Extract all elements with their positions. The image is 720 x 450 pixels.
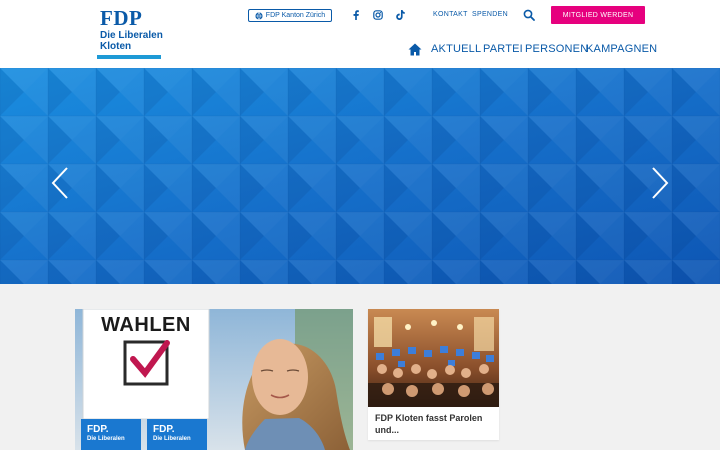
nav-item-personen[interactable]: PERSONEN [525,43,588,55]
nav-item-partei[interactable]: PARTEI [483,43,523,55]
fdp-badge-sub-1: Die Liberalen [87,436,125,442]
mitglied-werden-button[interactable]: MITGLIED WERDEN [551,6,645,24]
logo-line-2: Kloten [100,41,132,52]
hero-slider [0,68,720,284]
slider-next-arrow-icon[interactable] [650,166,670,200]
facebook-icon[interactable] [350,9,362,21]
globe-icon [255,11,263,20]
spenden-link[interactable]: SPENDEN [472,11,508,18]
nav-item-kampagnen[interactable]: KAMPAGNEN [586,43,657,55]
featured-news-card[interactable]: WAHLEN FDP. Die Liberalen FDP. Die Liber… [75,309,353,450]
site-logo[interactable]: FDP Die Liberalen Kloten [97,6,163,60]
tiktok-icon[interactable] [394,9,406,21]
fdp-badge-sub-2: Die Liberalen [153,436,191,442]
slider-prev-arrow-icon[interactable] [50,166,70,200]
instagram-icon[interactable] [372,9,384,21]
kanton-link-button[interactable]: FDP Kanton Zürich [248,9,332,22]
wahlen-sign-text: WAHLEN [101,314,191,336]
logo-line-1: Die Liberalen [100,30,163,41]
site-header: FDP Die Liberalen Kloten FDP Kanton Züri… [0,0,720,68]
nav-item-aktuell[interactable]: AKTUELL [431,43,481,55]
home-icon[interactable] [408,43,422,56]
logo-wordmark: FDP [100,6,143,30]
news-card-title: FDP Kloten fasst Parolen und... [375,413,483,435]
fdp-badge-text-1: FDP. [87,424,109,435]
search-icon[interactable] [523,9,535,21]
kontakt-link[interactable]: KONTAKT [433,11,468,18]
hero-pattern-background [0,68,720,284]
news-card-image [368,309,499,407]
logo-underline [97,55,161,59]
kanton-link-label: FDP Kanton Zürich [265,12,326,19]
news-card[interactable]: FDP Kloten fasst Parolen und... [368,309,499,440]
fdp-badge-text-2: FDP. [153,424,175,435]
